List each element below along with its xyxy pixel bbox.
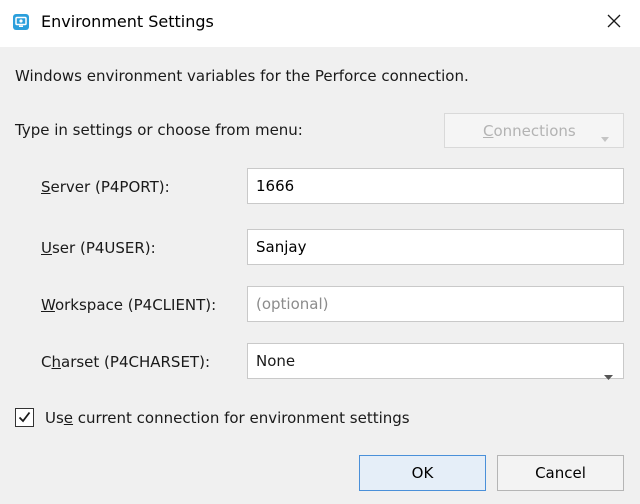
checkmark-icon: [18, 409, 31, 427]
connections-button[interactable]: Connections: [444, 113, 624, 148]
workspace-label: Workspace (P4CLIENT):: [41, 296, 217, 314]
instructions-text: Type in settings or choose from menu:: [15, 121, 303, 139]
window-title: Environment Settings: [41, 12, 214, 31]
charset-select[interactable]: None: [247, 343, 624, 380]
chevron-down-icon: [601, 128, 609, 146]
server-input[interactable]: 1666: [247, 168, 624, 204]
perforce-app-icon: [13, 14, 29, 30]
cancel-button[interactable]: Cancel: [497, 455, 624, 491]
user-input[interactable]: Sanjay: [247, 229, 624, 265]
title-bar: Environment Settings: [0, 0, 640, 47]
use-current-connection-checkbox[interactable]: [15, 408, 34, 427]
connections-label: Connections: [483, 121, 576, 140]
chevron-down-icon: [604, 358, 613, 392]
server-label: Server (P4PORT):: [41, 178, 170, 196]
ok-button[interactable]: OK: [359, 455, 486, 491]
environment-settings-dialog: Environment Settings Windows environment…: [0, 0, 640, 504]
use-current-connection-label[interactable]: Use current connection for environment s…: [45, 409, 410, 427]
workspace-input[interactable]: (optional): [247, 286, 624, 322]
user-label: User (P4USER):: [41, 239, 156, 257]
charset-label: Charset (P4CHARSET):: [41, 353, 210, 371]
charset-value: None: [256, 352, 296, 370]
close-button[interactable]: [596, 8, 632, 38]
description-text: Windows environment variables for the Pe…: [15, 67, 469, 85]
close-icon: [606, 13, 622, 33]
